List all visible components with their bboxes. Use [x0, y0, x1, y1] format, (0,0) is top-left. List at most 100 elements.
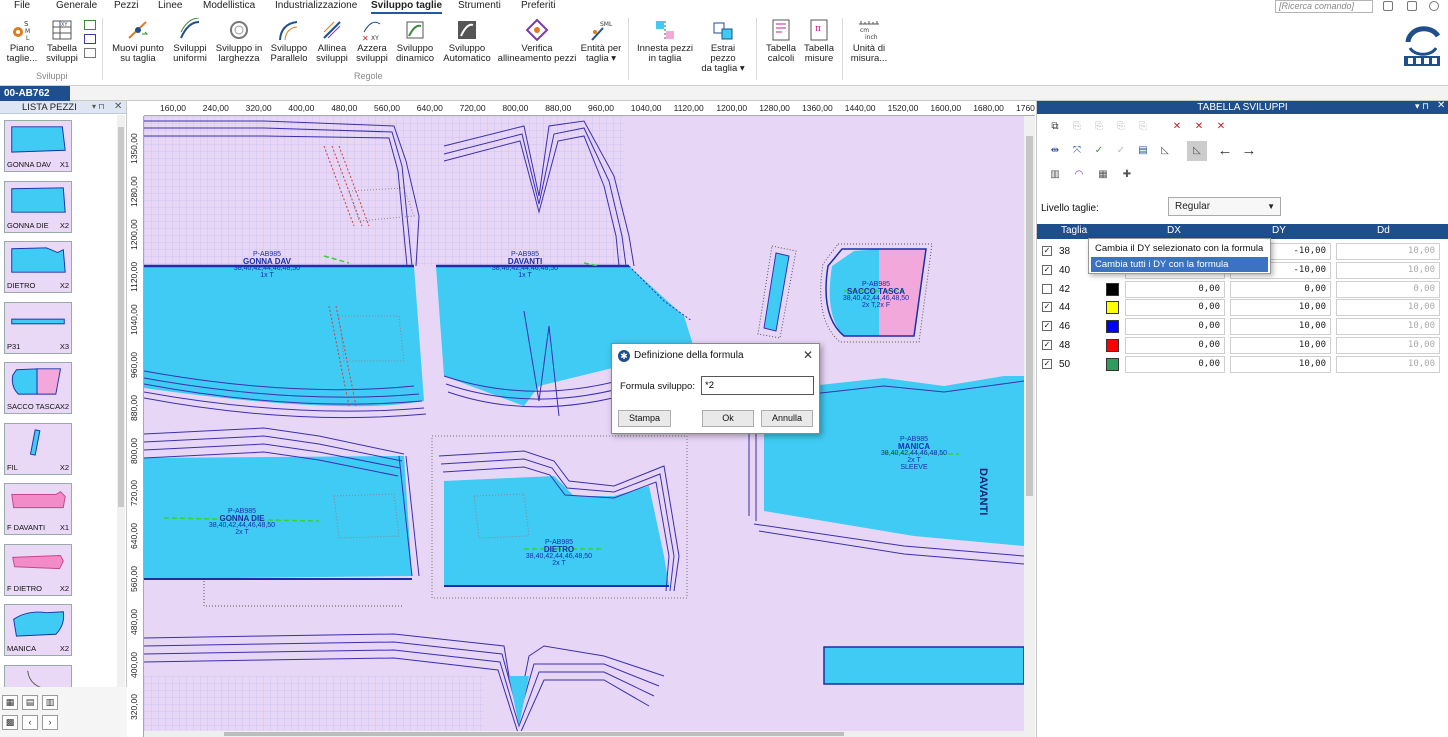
dynamic-grading-button[interactable]: Sviluppo dinamico: [394, 18, 436, 74]
column-header-taglia[interactable]: Taglia: [1061, 225, 1087, 236]
slope-icon[interactable]: ◺: [1155, 141, 1175, 161]
table-row[interactable]: 42 0,00 0,00 0,00: [1037, 280, 1448, 299]
paste-x-icon[interactable]: ⎘: [1089, 117, 1109, 137]
size-plan-button[interactable]: SML Piano taglie...: [6, 18, 38, 74]
move-point-button[interactable]: Muovi punto su taglia: [109, 18, 167, 74]
menu-strumenti[interactable]: Strumenti: [458, 0, 501, 12]
rules-icon[interactable]: ▦: [1093, 165, 1113, 185]
menu-item-change-selected-dy[interactable]: Cambia il DY selezionato con la formula: [1091, 241, 1268, 256]
apply-all-icon[interactable]: ✓: [1111, 141, 1131, 161]
chart-icon[interactable]: ▥: [1045, 165, 1065, 185]
dy-cell[interactable]: 10,00: [1230, 318, 1331, 336]
verify-alignment-button[interactable]: Verifica allineamento pezzi: [497, 18, 577, 74]
apply-grading-icon[interactable]: ✓: [1089, 141, 1109, 161]
piece-dietro[interactable]: [431, 435, 688, 599]
slope-active-icon[interactable]: ◺: [1187, 141, 1207, 161]
piece-gonna-die[interactable]: [144, 427, 420, 607]
pin-icon[interactable]: ▾ ⊓: [92, 102, 104, 111]
piece-thumbnail[interactable]: F DIETRO X2: [4, 543, 72, 596]
dd-cell[interactable]: 10,00: [1336, 318, 1440, 336]
close-icon[interactable]: ✕: [803, 348, 813, 362]
menu-industrializzazione[interactable]: Industrializzazione: [275, 0, 357, 12]
uniform-grading-button[interactable]: Sviluppi uniformi: [170, 18, 210, 74]
menu-sviluppo-taglie[interactable]: Sviluppo taglie: [371, 0, 443, 14]
row-checkbox[interactable]: [1042, 283, 1052, 294]
dd-cell[interactable]: 10,00: [1336, 355, 1440, 373]
dd-cell[interactable]: 10,00: [1336, 243, 1440, 260]
ok-button[interactable]: Ok: [702, 410, 754, 427]
scrollbar-thumb[interactable]: [1026, 136, 1033, 496]
menu-pezzi[interactable]: Pezzi: [114, 0, 138, 12]
dy-cell[interactable]: 0,00: [1230, 280, 1331, 298]
close-icon[interactable]: ✕: [114, 101, 122, 112]
dy-cell[interactable]: 10,00: [1230, 337, 1331, 354]
document-tab[interactable]: 00-AB762: [0, 86, 70, 101]
column-header-dd[interactable]: Dd: [1377, 225, 1390, 236]
piece-fil[interactable]: [757, 245, 797, 339]
add-rule-icon[interactable]: ✚: [1117, 165, 1137, 185]
arrow-right-icon[interactable]: →: [1239, 141, 1259, 161]
curve-icon[interactable]: ◠: [1069, 165, 1089, 185]
paste-xy-icon[interactable]: ⎘: [1067, 117, 1087, 137]
small-tool-icon[interactable]: [84, 20, 96, 30]
reset-grading-button[interactable]: ✕ XY Azzera sviluppi: [354, 18, 390, 74]
pin-icon[interactable]: ▾ ⊓: [1415, 101, 1429, 112]
piece-thumbnail[interactable]: SACCO TASCA X2: [4, 362, 72, 414]
piece-thumbnail[interactable]: F DAVANTI X1: [4, 483, 72, 535]
units-button[interactable]: cm inch Unità di misura...: [848, 18, 890, 74]
help-icon[interactable]: [1429, 1, 1439, 11]
align-grading-button[interactable]: Allinea sviluppi: [313, 18, 351, 74]
copy-grading-icon[interactable]: ⧉: [1045, 117, 1065, 137]
chevron-left-icon[interactable]: ‹: [22, 715, 38, 730]
dy-cell[interactable]: 10,00: [1230, 299, 1331, 317]
dy-cell[interactable]: 10,00: [1230, 355, 1331, 373]
chevron-right-icon[interactable]: ›: [42, 715, 58, 730]
dx-cell[interactable]: 0,00: [1125, 280, 1225, 298]
dd-cell[interactable]: 10,00: [1336, 261, 1440, 279]
group-view-icon[interactable]: ▥: [42, 695, 58, 710]
close-icon[interactable]: ✕: [1437, 100, 1445, 111]
table-row[interactable]: ✓ 50 0,00 10,00 10,00: [1037, 355, 1448, 374]
dd-cell[interactable]: 10,00: [1336, 299, 1440, 317]
size-level-select[interactable]: Regular ▼: [1168, 197, 1281, 216]
dd-cell[interactable]: 10,00: [1336, 337, 1440, 354]
grid-view-icon[interactable]: ▦: [2, 695, 18, 710]
size-entities-button[interactable]: SML Entità per taglia ▾: [580, 18, 622, 74]
mirror-y-icon[interactable]: ⤧: [1067, 141, 1087, 161]
small-tool-icon[interactable]: [84, 48, 96, 58]
measure-table-button[interactable]: π Tabella misure: [801, 18, 837, 74]
clear-xy-icon[interactable]: ✕: [1167, 117, 1187, 137]
list-view-icon[interactable]: ▤: [22, 695, 38, 710]
table-row[interactable]: ✓ 48 0,00 10,00 10,00: [1037, 336, 1448, 355]
clear-x-icon[interactable]: ✕: [1189, 117, 1209, 137]
piece-list-scrollbar[interactable]: [117, 115, 125, 687]
width-grading-button[interactable]: Sviluppo in larghezza: [214, 18, 264, 74]
row-checkbox[interactable]: ✓: [1042, 264, 1052, 275]
graft-pieces-button[interactable]: Innesta pezzi in taglia: [636, 18, 694, 74]
grading-table-button[interactable]: XY Tabella sviluppi: [44, 18, 80, 74]
menu-generale[interactable]: Generale: [56, 0, 97, 12]
pattern-canvas[interactable]: P-AB985 GONNA DAV 38,40,42,44,46,48,50 1x T…: [144, 116, 1024, 737]
piece-thumbnail[interactable]: P31 X3: [4, 301, 72, 354]
piece-p31[interactable]: [823, 646, 1024, 685]
row-checkbox[interactable]: ✓: [1042, 321, 1052, 332]
canvas-vertical-scrollbar[interactable]: [1024, 116, 1035, 737]
dx-cell[interactable]: 0,00: [1125, 299, 1225, 317]
menu-item-change-all-dy[interactable]: Cambia tutti i DY con la formula: [1091, 257, 1268, 272]
clear-y-icon[interactable]: ✕: [1211, 117, 1231, 137]
dx-cell[interactable]: 0,00: [1125, 337, 1225, 354]
menu-file[interactable]: File: [14, 0, 30, 12]
cancel-button[interactable]: Annulla: [761, 410, 813, 427]
piece-thumbnail[interactable]: GONNA DAV X1: [4, 120, 72, 172]
paste-y-icon[interactable]: ⎘: [1111, 117, 1131, 137]
print-button[interactable]: Stampa: [618, 410, 671, 427]
formula-input[interactable]: [701, 376, 814, 395]
dx-cell[interactable]: 0,00: [1125, 355, 1225, 373]
menu-modellistica[interactable]: Modellistica: [203, 0, 255, 12]
small-tool-icon[interactable]: [84, 34, 96, 44]
settings-icon[interactable]: [1407, 1, 1417, 11]
piece-thumbnail[interactable]: GONNA DIE X2: [4, 180, 72, 233]
parallel-grading-button[interactable]: Sviluppo Parallelo: [269, 18, 309, 74]
column-header-dx[interactable]: DX: [1167, 225, 1181, 236]
dd-cell[interactable]: 0,00: [1336, 280, 1440, 298]
